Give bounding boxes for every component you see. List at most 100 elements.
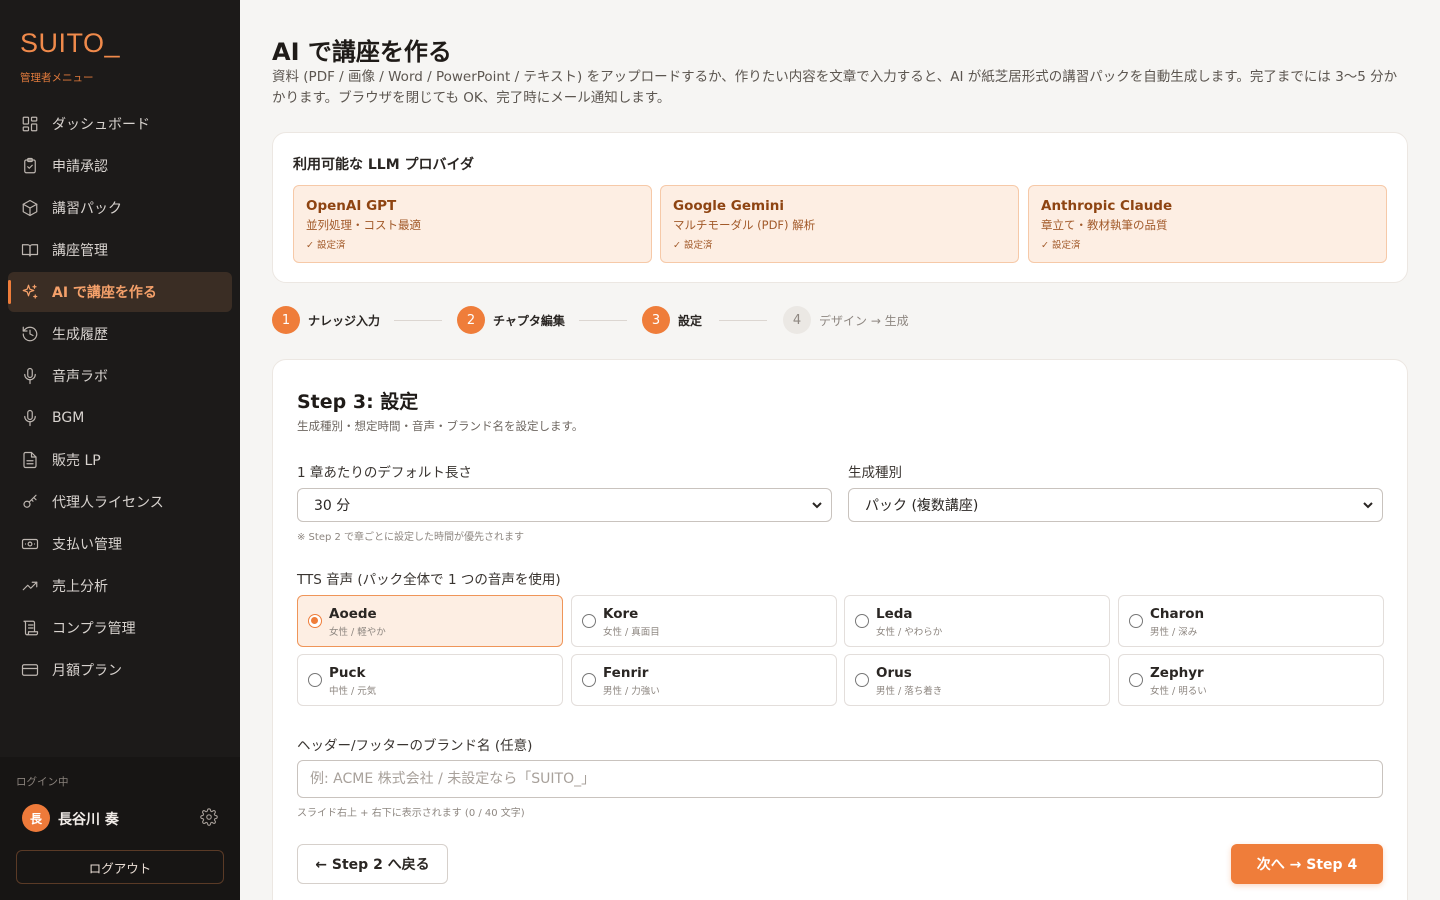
sidebar-item-label: 売上分析	[52, 579, 108, 595]
step-4[interactable]: 4 デザイン → 生成	[783, 306, 909, 334]
radio-button[interactable]	[1129, 673, 1143, 687]
voice-option-kore[interactable]: Kore 女性 / 真面目	[571, 595, 837, 647]
voice-option-fenrir[interactable]: Fenrir 男性 / 力強い	[571, 654, 837, 706]
money-icon	[20, 534, 40, 554]
radio-button[interactable]	[308, 614, 322, 628]
voice-description: 男性 / 落ち着き	[876, 686, 943, 697]
voice-name: Zephyr	[1150, 665, 1204, 681]
sidebar-item-courses[interactable]: 講座管理	[8, 230, 232, 270]
user-panel: ログイン中 長 長谷川 奏 ログアウト	[0, 757, 240, 900]
avatar[interactable]: 長	[22, 804, 50, 832]
key-icon	[20, 492, 40, 512]
voice-description: 男性 / 力強い	[603, 686, 660, 697]
main-content: AI で講座を作る 資料 (PDF / 画像 / Word / PowerPoi…	[240, 0, 1440, 900]
step-3[interactable]: 3 設定	[642, 306, 702, 334]
radio-button[interactable]	[308, 673, 322, 687]
logout-button[interactable]: ログアウト	[16, 850, 224, 884]
voice-name: Kore	[603, 606, 639, 622]
sidebar-nav: ダッシュボード 申請承認 講習パック 講座管理 AI で講座を作る 生成履歴 音…	[8, 104, 232, 692]
provider-name: Google Gemini	[673, 198, 784, 214]
sidebar-item-label: AI で講座を作る	[52, 285, 157, 301]
voice-option-orus[interactable]: Orus 男性 / 落ち着き	[844, 654, 1110, 706]
book-icon	[20, 240, 40, 260]
voice-name: Fenrir	[603, 665, 649, 681]
radio-button[interactable]	[855, 673, 869, 687]
provider-claude: Anthropic Claude 章立て・教材執筆の品質 ✓ 設定済	[1028, 185, 1387, 263]
radio-button[interactable]	[855, 614, 869, 628]
sidebar-item-sales-analytics[interactable]: 売上分析	[8, 566, 232, 606]
settings-form-card: Step 3: 設定 生成種別・想定時間・音声・ブランド名を設定します。 1 章…	[272, 359, 1408, 900]
sidebar-item-label: BGM	[52, 410, 85, 426]
voice-description: 女性 / 真面目	[603, 627, 660, 638]
back-to-step2-button[interactable]: ← Step 2 へ戻る	[297, 844, 448, 884]
radio-button[interactable]	[582, 614, 596, 628]
voice-name: Charon	[1150, 606, 1205, 622]
sidebar-item-monthly-plan[interactable]: 月額プラン	[8, 650, 232, 690]
step-number: 3	[642, 306, 670, 334]
voice-description: 女性 / 明るい	[1150, 686, 1207, 697]
user-name: 長谷川 奏	[58, 812, 119, 828]
sidebar-item-ai-create[interactable]: AI で講座を作る	[8, 272, 232, 312]
provider-status: ✓ 設定済	[306, 240, 346, 251]
step-2[interactable]: 2 チャプタ編集	[457, 306, 565, 334]
brand-name-hint: スライド右上 + 右下に表示されます (0 / 40 文字)	[297, 808, 525, 819]
provider-openai: OpenAI GPT 並列処理・コスト最適 ✓ 設定済	[293, 185, 652, 263]
sidebar-item-history[interactable]: 生成履歴	[8, 314, 232, 354]
llm-card-title: 利用可能な LLM プロバイダ	[293, 157, 474, 173]
sidebar-item-label: 音声ラボ	[52, 369, 108, 385]
voice-option-charon[interactable]: Charon 男性 / 深み	[1118, 595, 1384, 647]
voice-description: 女性 / 軽やか	[329, 627, 386, 638]
generation-type-select[interactable]: パック (複数講座)	[848, 488, 1383, 522]
sidebar-item-bgm[interactable]: BGM	[8, 398, 232, 438]
scroll-icon	[20, 618, 40, 638]
step-divider	[394, 320, 442, 321]
step-divider	[719, 320, 767, 321]
provider-description: 章立て・教材執筆の品質	[1041, 218, 1168, 232]
sidebar-item-payments[interactable]: 支払い管理	[8, 524, 232, 564]
tts-label: TTS 音声 (パック全体で 1 つの音声を使用)	[297, 572, 561, 588]
chevron-down-icon	[811, 499, 823, 511]
sidebar-item-label: 支払い管理	[52, 537, 122, 553]
sidebar-item-label: ダッシュボード	[52, 117, 150, 133]
sidebar-item-approvals[interactable]: 申請承認	[8, 146, 232, 186]
sidebar-item-sales-lp[interactable]: 販売 LP	[8, 440, 232, 480]
card-icon	[20, 660, 40, 680]
sidebar-item-label: 講座管理	[52, 243, 108, 259]
step-divider	[579, 320, 627, 321]
wizard-stepper: 1 ナレッジ入力 2 チャプタ編集 3 設定 4 デザイン → 生成	[272, 306, 972, 336]
voice-option-puck[interactable]: Puck 中性 / 元気	[297, 654, 563, 706]
next-to-step4-button[interactable]: 次へ → Step 4	[1231, 844, 1383, 884]
sidebar-item-label: 代理人ライセンス	[52, 495, 164, 511]
form-title: Step 3: 設定	[297, 391, 419, 413]
login-status-label: ログイン中	[16, 776, 69, 788]
step-label: ナレッジ入力	[308, 313, 381, 328]
voice-description: 男性 / 深み	[1150, 627, 1198, 638]
sidebar-item-voice-lab[interactable]: 音声ラボ	[8, 356, 232, 396]
voice-option-zephyr[interactable]: Zephyr 女性 / 明るい	[1118, 654, 1384, 706]
provider-description: 並列処理・コスト最適	[306, 218, 421, 232]
sidebar-item-dashboard[interactable]: ダッシュボード	[8, 104, 232, 144]
step-label: チャプタ編集	[493, 313, 565, 328]
voice-option-leda[interactable]: Leda 女性 / やわらか	[844, 595, 1110, 647]
voice-name: Puck	[329, 665, 366, 681]
length-hint: ※ Step 2 で章ごとに設定した時間が優先されます	[297, 532, 525, 543]
length-select[interactable]: 30 分	[297, 488, 832, 522]
provider-gemini: Google Gemini マルチモーダル (PDF) 解析 ✓ 設定済	[660, 185, 1019, 263]
llm-provider-card: 利用可能な LLM プロバイダ OpenAI GPT 並列処理・コスト最適 ✓ …	[272, 132, 1408, 283]
voice-option-aoede[interactable]: Aoede 女性 / 軽やか	[297, 595, 563, 647]
sidebar-item-compliance[interactable]: コンプラ管理	[8, 608, 232, 648]
brand-name-input[interactable]	[297, 760, 1383, 798]
step-1[interactable]: 1 ナレッジ入力	[272, 306, 380, 334]
step-label: 設定	[678, 313, 703, 328]
sidebar-item-packs[interactable]: 講習パック	[8, 188, 232, 228]
sidebar-item-agent-license[interactable]: 代理人ライセンス	[8, 482, 232, 522]
radio-button[interactable]	[582, 673, 596, 687]
provider-description: マルチモーダル (PDF) 解析	[673, 218, 816, 232]
microphone-icon	[20, 408, 40, 428]
brand-logo[interactable]: SUITO_	[20, 28, 120, 59]
gear-icon[interactable]	[200, 808, 220, 828]
sidebar-item-label: 生成履歴	[52, 327, 108, 343]
step-number: 4	[783, 306, 811, 334]
microphone-icon	[20, 366, 40, 386]
radio-button[interactable]	[1129, 614, 1143, 628]
